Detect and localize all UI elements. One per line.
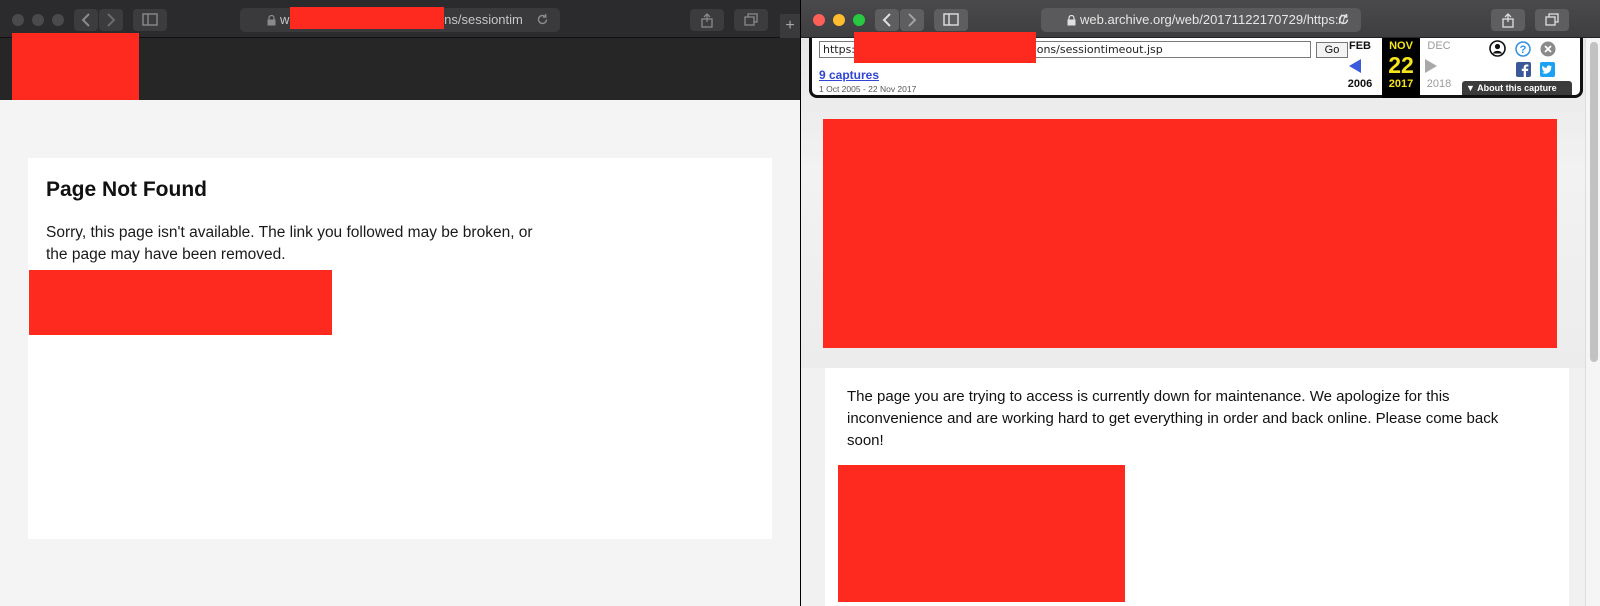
back-button[interactable]: [875, 9, 899, 31]
facebook-icon[interactable]: [1516, 62, 1531, 77]
close-window-button[interactable]: [813, 14, 825, 26]
captures-link[interactable]: 9 captures: [819, 68, 879, 82]
close-window-button[interactable]: [12, 14, 24, 26]
current-day: 22: [1388, 52, 1414, 78]
back-icon: [882, 13, 891, 27]
url-text-start: w: [280, 12, 290, 27]
redacted-block: [29, 270, 332, 335]
about-capture-button[interactable]: ▼ About this capture: [1462, 81, 1572, 95]
next-month: DEC: [1427, 40, 1451, 52]
forward-icon: [107, 13, 116, 27]
forward-button[interactable]: [99, 9, 123, 31]
share-button[interactable]: [1491, 9, 1525, 31]
close-icon[interactable]: [1540, 41, 1556, 57]
tabs-icon: [1545, 13, 1559, 26]
about-capture-label: About this capture: [1477, 83, 1557, 93]
error-card: [28, 158, 772, 539]
zoom-window-button[interactable]: [853, 14, 865, 26]
tabs-button[interactable]: [1535, 9, 1569, 31]
wayback-url-suffix: ons/sessiontimeout.jsp: [1036, 43, 1163, 56]
redacted-wayback-url: [854, 32, 1036, 63]
url-text-end: ions/sessiontim: [434, 12, 523, 27]
tabs-icon: [744, 13, 758, 26]
reload-icon[interactable]: [1337, 13, 1350, 26]
prev-arrow-icon[interactable]: [1348, 58, 1362, 74]
right-browser-window: web.archive.org/web/20171122170729/https…: [800, 0, 1600, 606]
sidebar-button[interactable]: [133, 9, 167, 31]
back-icon: [81, 13, 90, 27]
current-year: 2017: [1388, 78, 1414, 90]
maintenance-message: The page you are trying to access is cur…: [847, 388, 1499, 449]
next-capture-column[interactable]: DEC 2018: [1420, 38, 1458, 98]
prev-year: 2006: [1347, 78, 1373, 90]
address-bar[interactable]: web.archive.org/web/20171122170729/https…: [1041, 8, 1361, 32]
redacted-url: [290, 7, 444, 29]
page-title: Page Not Found: [46, 178, 207, 201]
capture-date-range: 1 Oct 2005 - 22 Nov 2017: [819, 84, 917, 94]
left-browser-window: w ions/sessiontim Page Not Found Sorry, …: [0, 0, 800, 606]
reload-icon[interactable]: [536, 13, 549, 26]
minimize-window-button[interactable]: [833, 14, 845, 26]
next-arrow-icon[interactable]: [1424, 58, 1438, 74]
current-month: NOV: [1389, 40, 1413, 52]
redacted-banner: [823, 119, 1557, 348]
scrollbar[interactable]: [1585, 38, 1600, 606]
caret-down-icon: ▼: [1466, 83, 1475, 93]
help-icon[interactable]: ?: [1515, 41, 1531, 57]
new-tab-button[interactable]: +: [780, 14, 800, 38]
twitter-icon[interactable]: [1540, 62, 1555, 77]
forward-icon: [908, 13, 917, 27]
back-button[interactable]: [74, 9, 98, 31]
share-icon: [1502, 13, 1514, 28]
lock-icon: [1067, 15, 1076, 26]
scroll-thumb[interactable]: [1590, 42, 1598, 362]
tabs-button[interactable]: [734, 9, 768, 31]
lock-icon: [267, 15, 276, 26]
zoom-window-button[interactable]: [52, 14, 64, 26]
prev-capture-column[interactable]: FEB 2006: [1338, 38, 1382, 98]
forward-button[interactable]: [900, 9, 924, 31]
redacted-logo: [12, 33, 139, 100]
sidebar-icon: [943, 13, 959, 26]
prev-month: FEB: [1349, 40, 1371, 52]
next-year: 2018: [1426, 78, 1452, 90]
user-icon[interactable]: [1489, 40, 1506, 57]
sidebar-button[interactable]: [934, 9, 968, 31]
share-icon: [701, 13, 713, 28]
error-message: Sorry, this page isn't available. The li…: [46, 224, 533, 263]
sidebar-icon: [142, 13, 158, 26]
url-text: web.archive.org/web/20171122170729/https…: [1080, 12, 1346, 27]
redacted-block: [838, 465, 1125, 602]
current-capture-column: NOV 22 2017: [1382, 38, 1420, 98]
share-button[interactable]: [690, 9, 724, 31]
minimize-window-button[interactable]: [32, 14, 44, 26]
svg-text:?: ?: [1520, 44, 1527, 56]
